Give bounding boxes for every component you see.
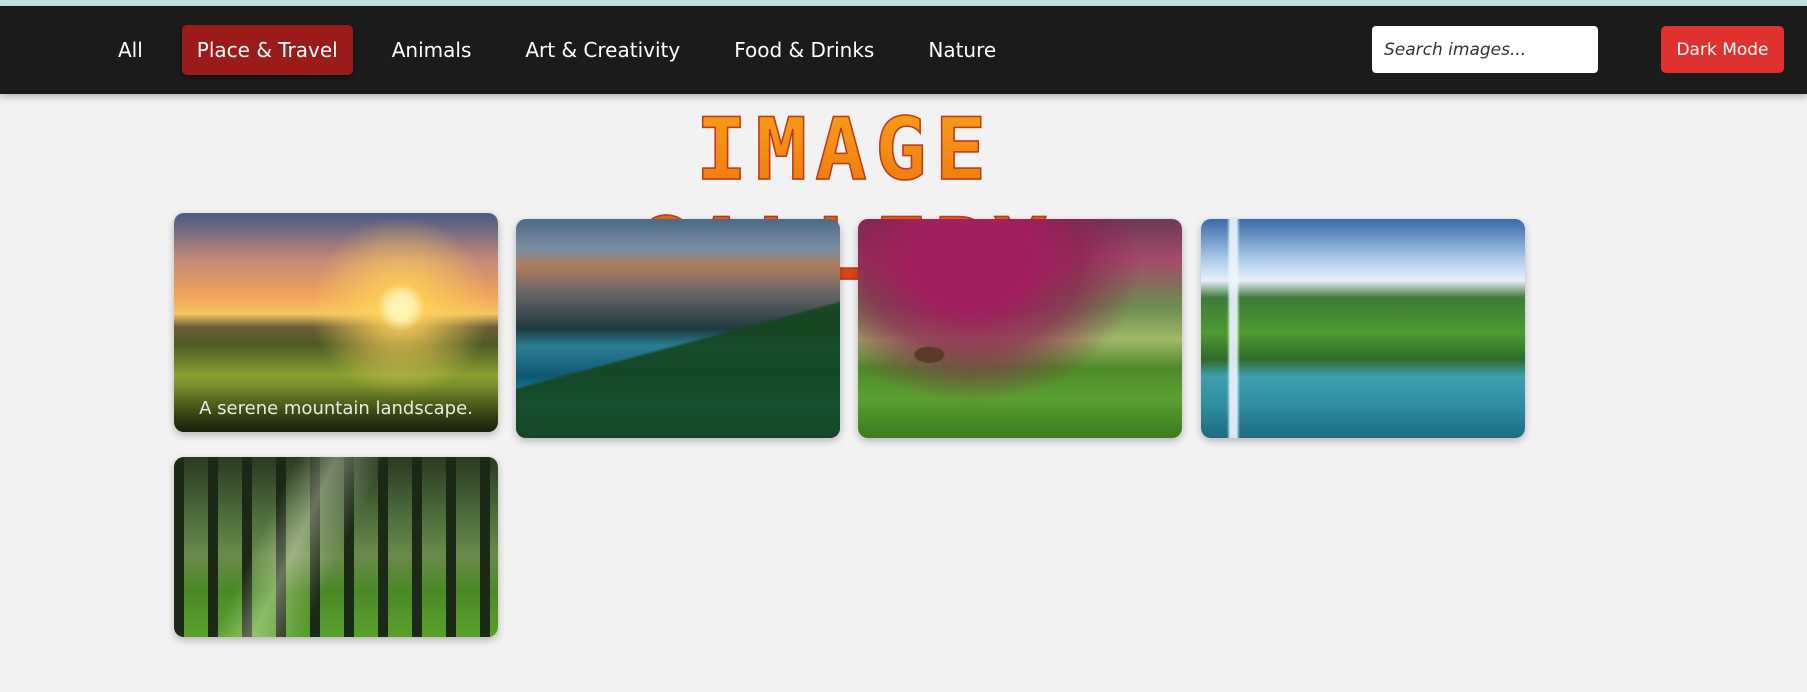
- image-caption: A serene mountain landscape.: [174, 386, 498, 432]
- gallery-card-waterfall[interactable]: [1201, 219, 1525, 438]
- mountain-lake-image: [516, 219, 840, 438]
- nav-item-all[interactable]: All: [103, 25, 158, 75]
- nav-item-animals[interactable]: Animals: [377, 25, 487, 75]
- dark-mode-button[interactable]: Dark Mode: [1661, 26, 1784, 73]
- forest-image: [174, 457, 498, 637]
- search-input[interactable]: [1372, 26, 1598, 73]
- gallery-card-sunset-mountain[interactable]: A serene mountain landscape.: [174, 213, 498, 432]
- nav-item-place-travel[interactable]: Place & Travel: [181, 25, 353, 75]
- gallery-card-blossom-tree[interactable]: [858, 219, 1182, 438]
- nav-item-food-drinks[interactable]: Food & Drinks: [719, 25, 889, 75]
- nav-item-art-creativity[interactable]: Art & Creativity: [510, 25, 695, 75]
- navbar: All Place & Travel Animals Art & Creativ…: [0, 6, 1807, 94]
- category-nav: All Place & Travel Animals Art & Creativ…: [103, 25, 1035, 75]
- gallery-card-forest[interactable]: [174, 457, 498, 637]
- gallery-card-mountain-lake[interactable]: [516, 219, 840, 438]
- nav-item-nature[interactable]: Nature: [913, 25, 1011, 75]
- blossom-tree-image: [858, 219, 1182, 438]
- waterfall-image: [1201, 219, 1525, 438]
